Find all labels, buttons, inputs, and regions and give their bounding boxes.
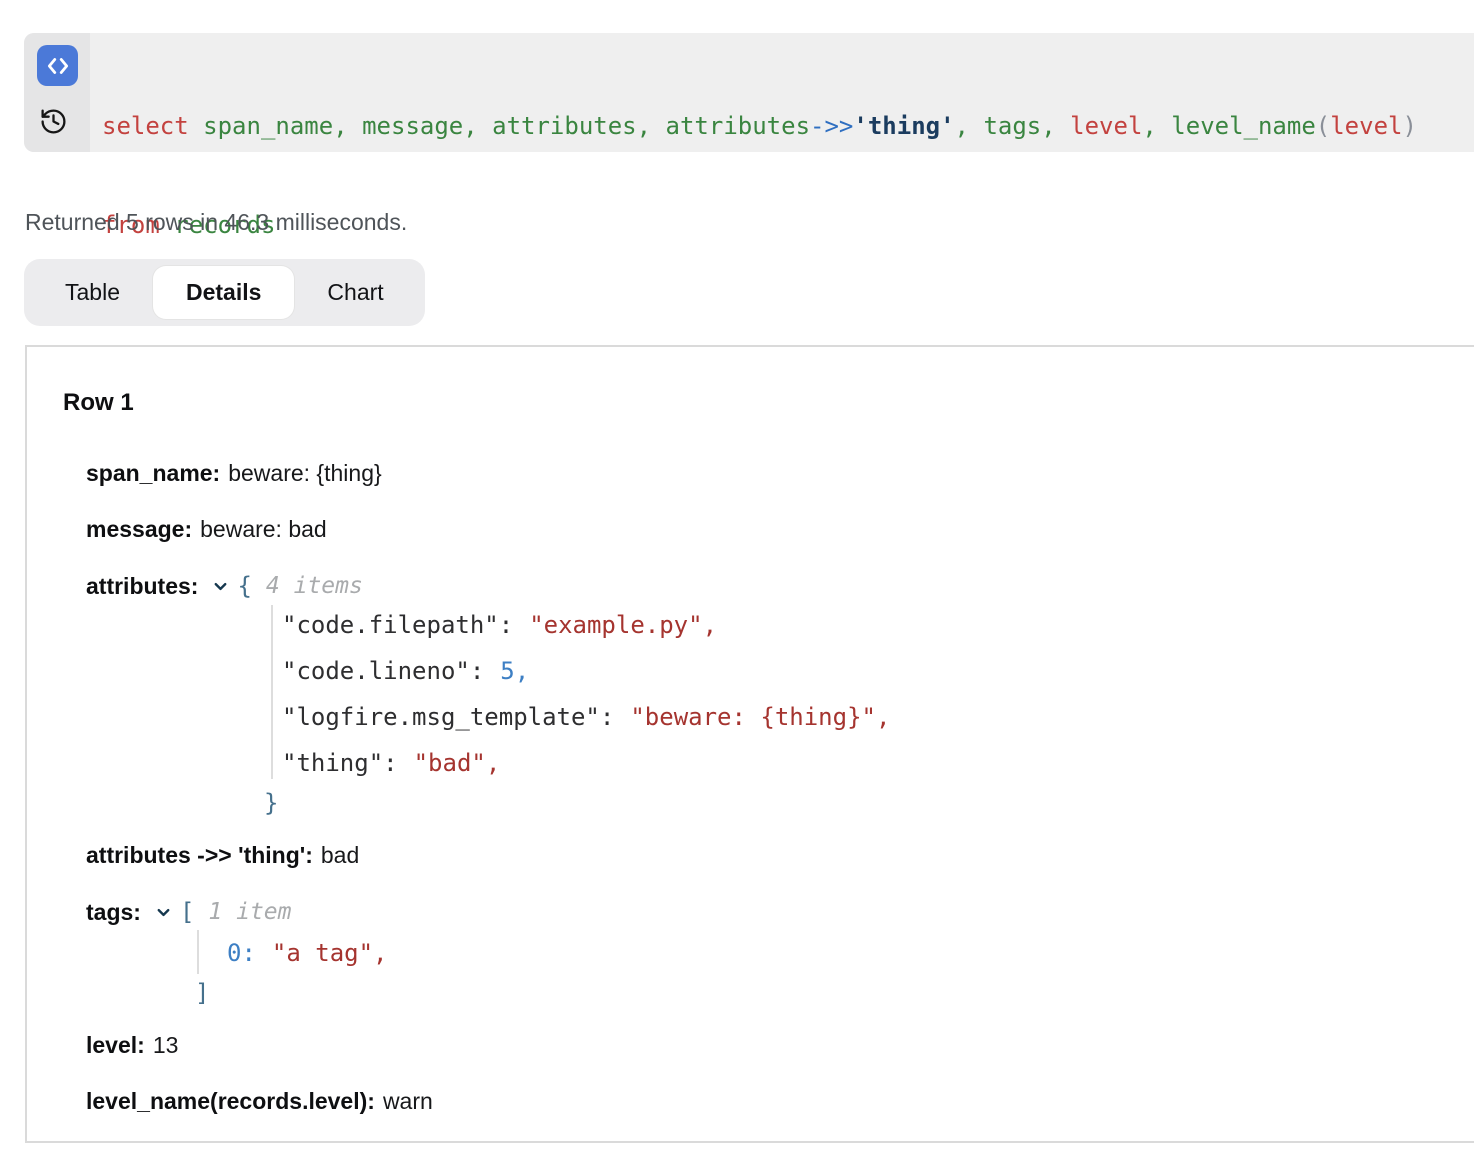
row-heading: Row 1	[63, 388, 134, 418]
sql-line-1: select span_name, message, attributes, a…	[102, 110, 1417, 143]
json-open-brace: {	[237, 572, 251, 600]
field-message: message: beware: bad	[86, 514, 327, 544]
json-value: "example.py",	[529, 611, 717, 639]
sql-query-text[interactable]: select span_name, message, attributes, a…	[90, 33, 1417, 152]
chevron-down-icon	[211, 577, 230, 596]
field-value: beware: {thing}	[228, 460, 381, 487]
sql-token: , tags,	[955, 112, 1071, 140]
json-key: "code.filepath":	[282, 611, 513, 639]
tab-details[interactable]: Details	[153, 266, 294, 319]
json-open-bracket: [	[180, 898, 194, 926]
field-level: level: 13	[86, 1030, 178, 1060]
history-icon	[39, 107, 68, 136]
tab-chart[interactable]: Chart	[294, 266, 416, 319]
json-close-brace-glyph: }	[264, 789, 278, 817]
json-key: "logfire.msg_template":	[282, 703, 614, 731]
field-tags-header: tags: [ 1 item	[86, 897, 292, 927]
sql-token: select	[102, 112, 189, 140]
field-value: warn	[383, 1088, 433, 1115]
sql-token: span_name, message, attributes, attribut…	[189, 112, 810, 140]
json-entry: "thing": "bad",	[282, 748, 500, 778]
sql-editor[interactable]: select span_name, message, attributes, a…	[24, 33, 1474, 152]
sql-token: , level_name	[1142, 112, 1315, 140]
sql-token: (	[1316, 112, 1330, 140]
field-label: attributes ->> 'thing':	[86, 842, 313, 869]
field-value: bad	[321, 842, 359, 869]
sql-token: )	[1402, 112, 1416, 140]
json-key: "thing":	[282, 749, 398, 777]
json-value: "beware: {thing}",	[630, 703, 890, 731]
json-entry: "logfire.msg_template": "beware: {thing}…	[282, 702, 890, 732]
field-label: level_name(records.level):	[86, 1088, 375, 1115]
code-toggle-button[interactable]	[37, 45, 78, 86]
query-result-status: Returned 5 rows in 46.3 milliseconds.	[25, 208, 407, 236]
tab-table[interactable]: Table	[32, 266, 153, 319]
json-close-bracket: ]	[195, 978, 209, 1008]
details-panel: Row 1 span_name: beware: {thing} message…	[25, 345, 1474, 1143]
field-label: level:	[86, 1032, 145, 1059]
field-level-name: level_name(records.level): warn	[86, 1086, 433, 1116]
json-entry: 0: "a tag",	[227, 938, 388, 968]
query-history-button[interactable]	[38, 106, 69, 137]
collapse-toggle[interactable]	[154, 903, 173, 922]
field-value: 13	[153, 1032, 179, 1059]
json-items-count: 4 items	[266, 573, 363, 599]
result-view-tabs: Table Details Chart	[24, 259, 425, 326]
collapse-toggle[interactable]	[211, 577, 230, 596]
json-close-bracket-glyph: ]	[195, 979, 209, 1007]
field-attr-thing: attributes ->> 'thing': bad	[86, 840, 359, 870]
sql-token: 'thing'	[853, 112, 954, 140]
json-entry: "code.filepath": "example.py",	[282, 610, 717, 640]
field-label: tags:	[86, 899, 141, 926]
field-span-name: span_name: beware: {thing}	[86, 458, 382, 488]
field-label: span_name:	[86, 460, 220, 487]
json-indent-guide	[271, 605, 273, 779]
field-label: message:	[86, 516, 192, 543]
json-index: 0:	[227, 939, 256, 967]
sql-token: ->>	[810, 112, 853, 140]
json-items-count: 1 item	[208, 899, 291, 925]
sql-token: level	[1330, 112, 1402, 140]
chevron-down-icon	[154, 903, 173, 922]
json-entry: "code.lineno": 5,	[282, 656, 529, 686]
editor-gutter	[24, 33, 90, 152]
json-value: "a tag",	[272, 939, 388, 967]
field-attributes-header: attributes: { 4 items	[86, 571, 363, 601]
json-value: 5,	[500, 657, 529, 685]
json-value: "bad",	[414, 749, 501, 777]
json-indent-guide	[197, 930, 199, 974]
code-icon	[45, 53, 71, 79]
field-label: attributes:	[86, 573, 198, 600]
json-close-brace: }	[264, 788, 278, 818]
field-value: beware: bad	[200, 516, 327, 543]
sql-token: level	[1070, 112, 1142, 140]
json-key: "code.lineno":	[282, 657, 484, 685]
